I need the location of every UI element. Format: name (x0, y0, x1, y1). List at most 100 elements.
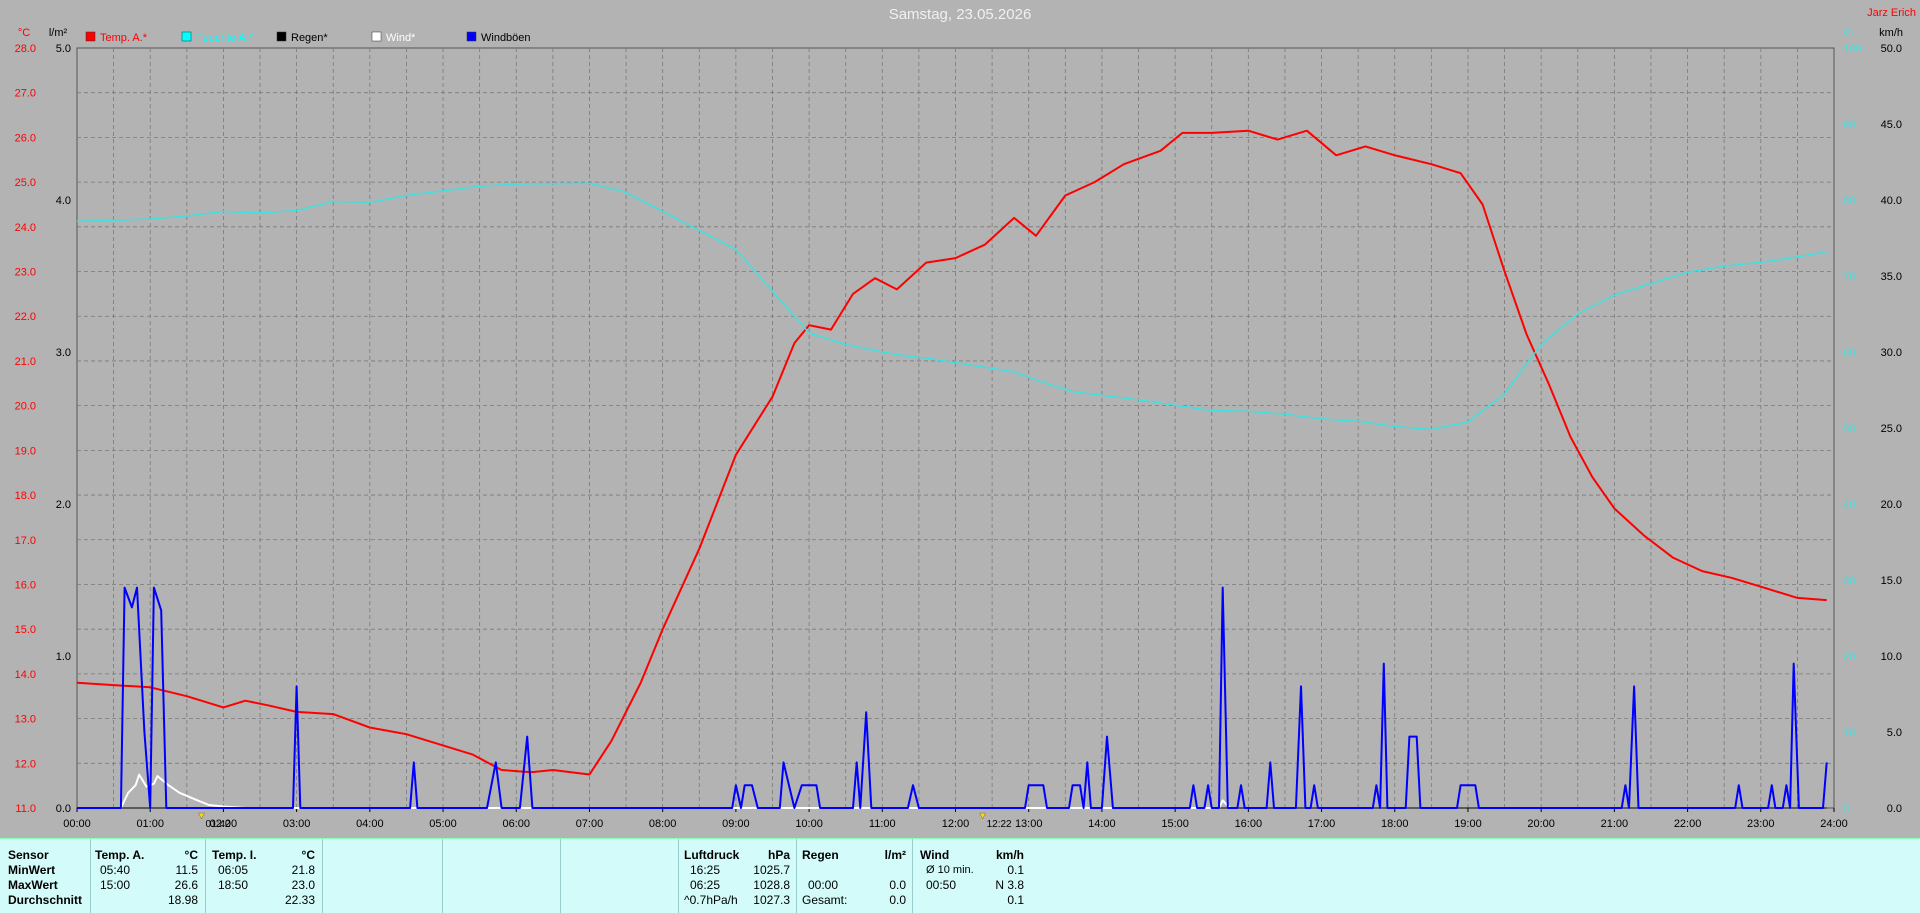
pressure-unit: hPa (767, 848, 790, 862)
x-tick-label: 23:00 (1747, 818, 1775, 830)
temp-tick-label: 28.0 (15, 43, 36, 55)
x-tick-label: 18:00 (1381, 818, 1409, 830)
temp-tick-label: 17.0 (15, 535, 36, 547)
station-label: Jarz Erich (1867, 7, 1916, 19)
temp-tick-label: 18.0 (15, 490, 36, 502)
wind-tick-label: 30.0 (1881, 347, 1902, 359)
rain-header: Regen (802, 848, 839, 862)
wind-day-avg-value: 0.1 (1007, 893, 1024, 907)
temp-i-max-value: 23.0 (291, 878, 315, 892)
rain-total-label: Gesamt: (802, 893, 848, 907)
row-label-avg: Durchschnitt (8, 893, 83, 907)
legend-label: Regen* (291, 32, 328, 44)
temp-i-unit: °C (301, 848, 315, 862)
temp-a-unit: °C (184, 848, 198, 862)
humidity-unit-label: % (1843, 27, 1853, 39)
pressure-min-time: 16:25 (690, 863, 721, 877)
humidity-tick-label: 20 (1843, 651, 1855, 663)
separator (90, 839, 91, 913)
x-tick-label: 14:00 (1088, 818, 1116, 830)
x-tick-label: 10:00 (795, 818, 823, 830)
wind-header: Wind (920, 848, 950, 862)
x-tick-label: 12:00 (942, 818, 970, 830)
x-tick-label: 07:00 (576, 818, 604, 830)
wind-max-value: N 3.8 (995, 878, 1024, 892)
temp-i-max-time: 18:50 (218, 878, 249, 892)
separator (560, 839, 561, 913)
temp-tick-label: 27.0 (15, 88, 36, 100)
wind-tick-label: 50.0 (1881, 43, 1902, 55)
rain-unit-label: l/m² (49, 27, 68, 39)
temp-tick-label: 15.0 (15, 624, 36, 636)
wind-tick-label: 20.0 (1881, 499, 1902, 511)
temp-tick-label: 26.0 (15, 132, 36, 144)
rain-max-time: 00:00 (808, 878, 839, 892)
wind-tick-label: 5.0 (1887, 727, 1902, 739)
temp-tick-label: 12.0 (15, 758, 36, 770)
wind-max-time: 00:50 (926, 878, 957, 892)
temp-a-max-value: 26.6 (174, 878, 198, 892)
pressure-max-value: 1028.8 (753, 878, 790, 892)
weather-chart: 00:00 01:00 02:00 03:00 04:00 05:00 06:00 07:00… (15, 6, 1916, 830)
separator (205, 839, 206, 913)
humidity-tick-label: 80 (1843, 195, 1855, 207)
temp-unit-label: °C (18, 27, 30, 39)
wind-avg-label: Ø 10 min. (926, 864, 974, 876)
event-marker-icon (979, 812, 986, 820)
x-tick-label: 20:00 (1527, 818, 1555, 830)
legend-swatch (466, 31, 477, 42)
humidity-tick-label: 10 (1843, 727, 1855, 739)
x-tick-label: 13:00 (1015, 818, 1043, 830)
rain-unit: l/m² (884, 848, 906, 862)
x-tick-label: 08:00 (649, 818, 677, 830)
humidity-tick-label: 70 (1843, 271, 1855, 283)
wind-tick-label: 40.0 (1881, 195, 1902, 207)
x-tick-label: 11:00 (869, 818, 896, 830)
wind-unit: km/h (995, 848, 1024, 862)
temp-i-header: Temp. I. (212, 848, 257, 862)
x-tick-label: 09:00 (722, 818, 750, 830)
wind-tick-label: 35.0 (1881, 271, 1902, 283)
x-tick-label: 16:00 (1235, 818, 1263, 830)
x-tick-label: 06:00 (502, 818, 530, 830)
pressure-header: Luftdruck (684, 848, 740, 862)
legend-swatch (371, 31, 382, 42)
temp-tick-label: 20.0 (15, 401, 36, 413)
legend-label: Windböen (481, 32, 531, 44)
event-marker-icon (198, 812, 205, 820)
rain-tick-label: 3.0 (56, 347, 71, 359)
x-tick-label: 22:00 (1674, 818, 1702, 830)
legend-label: Wind* (386, 32, 416, 44)
humidity-tick-label: 100 (1843, 43, 1861, 55)
wind-tick-label: 0.0 (1887, 803, 1902, 815)
event-marker-label: 12:22 (987, 819, 1012, 830)
humidity-tick-label: 30 (1843, 575, 1855, 587)
legend-label: Temp. A.* (100, 32, 148, 44)
separator (322, 839, 323, 913)
wind-tick-label: 45.0 (1881, 119, 1902, 131)
temp-tick-label: 21.0 (15, 356, 36, 368)
x-tick-label: 24:00 (1820, 818, 1848, 830)
x-tick-label: 03:00 (283, 818, 311, 830)
temp-tick-label: 19.0 (15, 445, 36, 457)
sensor-header: Sensor (8, 848, 49, 862)
x-tick-label: 01:00 (136, 818, 164, 830)
event-marker-label: 01:42 (205, 819, 230, 830)
wind-unit-label: km/h (1879, 27, 1903, 39)
x-tick-label: 19:00 (1454, 818, 1482, 830)
temp-tick-label: 22.0 (15, 311, 36, 323)
rain-tick-label: 2.0 (56, 499, 71, 511)
pressure-max-time: 06:25 (690, 878, 721, 892)
pressure-min-value: 1025.7 (753, 863, 790, 877)
rain-tick-label: 4.0 (56, 195, 71, 207)
weather-chart-window: 00:00 01:00 02:00 03:00 04:00 05:00 06:00 07:00… (0, 0, 1920, 913)
wind-tick-label: 10.0 (1881, 651, 1902, 663)
temp-tick-label: 14.0 (15, 669, 36, 681)
wind-tick-label: 15.0 (1881, 575, 1902, 587)
humidity-tick-label: 60 (1843, 347, 1855, 359)
temp-i-avg-value: 22.33 (284, 893, 315, 907)
rain-tick-label: 0.0 (56, 803, 71, 815)
temp-tick-label: 16.0 (15, 579, 36, 591)
humidity-tick-label: 50 (1843, 423, 1855, 435)
temp-a-max-time: 15:00 (100, 878, 131, 892)
